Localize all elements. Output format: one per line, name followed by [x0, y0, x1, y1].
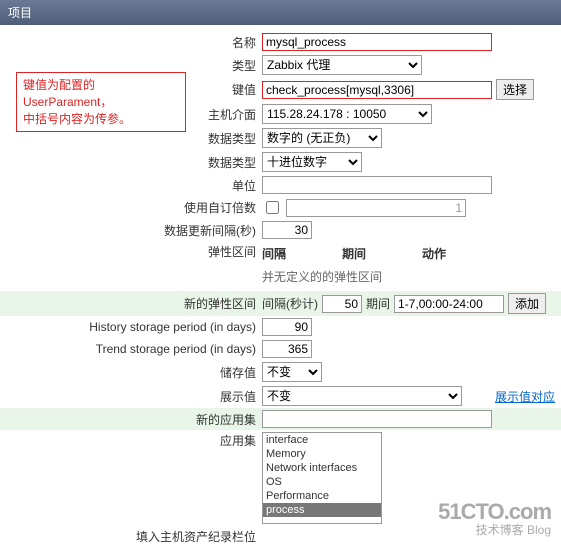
flex-empty-text: 并无定义的的弹性区间: [262, 264, 555, 289]
annotation-note: 键值为配置的UserParament， 中括号内容为传参。: [16, 72, 186, 132]
update-input[interactable]: [262, 221, 312, 239]
new-flex-add-button[interactable]: 添加: [508, 293, 546, 314]
label-multiplier: 使用自订倍数: [6, 199, 262, 216]
label-new-flex: 新的弹性区间: [6, 295, 262, 312]
store-select[interactable]: 不变: [262, 362, 322, 382]
panel-header: 项目: [0, 0, 561, 25]
app-listbox[interactable]: interface Memory Network interfaces OS P…: [262, 432, 382, 524]
new-app-input[interactable]: [262, 410, 492, 428]
list-item[interactable]: Memory: [263, 447, 381, 461]
new-flex-interval-input[interactable]: [322, 295, 362, 313]
label-type: 类型: [6, 57, 262, 74]
list-item[interactable]: process: [263, 503, 381, 517]
list-item[interactable]: Network interfaces: [263, 461, 381, 475]
key-select-button[interactable]: 选择: [496, 79, 534, 100]
trend-input[interactable]: [262, 340, 312, 358]
label-history: History storage period (in days): [6, 320, 262, 334]
label-unit: 单位: [6, 177, 262, 194]
label-store: 储存值: [6, 364, 262, 381]
label-app: 应用集: [6, 432, 262, 449]
display-map-link[interactable]: 展示值对应: [495, 388, 555, 405]
type-select[interactable]: Zabbix 代理: [262, 55, 422, 75]
unit-input[interactable]: [262, 176, 492, 194]
display-select[interactable]: 不变: [262, 386, 462, 406]
label-new-app: 新的应用集: [6, 411, 262, 428]
label-name: 名称: [6, 34, 262, 51]
flex-header: 间隔 期间 动作: [262, 243, 555, 264]
host-if-select[interactable]: 115.28.24.178 : 10050: [262, 104, 432, 124]
label-update: 数据更新间隔(秒): [6, 222, 262, 239]
history-input[interactable]: [262, 318, 312, 336]
list-item[interactable]: OS: [263, 475, 381, 489]
multiplier-checkbox[interactable]: [266, 201, 279, 214]
panel-title: 项目: [8, 6, 32, 20]
label-inventory: 填入主机资产纪录栏位: [6, 528, 262, 545]
label-display: 展示值: [6, 388, 262, 405]
data-type2-select[interactable]: 十进位数字: [262, 152, 362, 172]
data-type1-select[interactable]: 数字的 (无正负): [262, 128, 382, 148]
key-input[interactable]: [262, 81, 492, 99]
new-flex-period-input[interactable]: [394, 295, 504, 313]
list-item[interactable]: Performance: [263, 489, 381, 503]
list-item[interactable]: interface: [263, 433, 381, 447]
name-input[interactable]: [262, 33, 492, 51]
label-trend: Trend storage period (in days): [6, 342, 262, 356]
multiplier-input[interactable]: [286, 199, 466, 217]
label-flex: 弹性区间: [6, 243, 262, 260]
label-data-type2: 数据类型: [6, 154, 262, 171]
